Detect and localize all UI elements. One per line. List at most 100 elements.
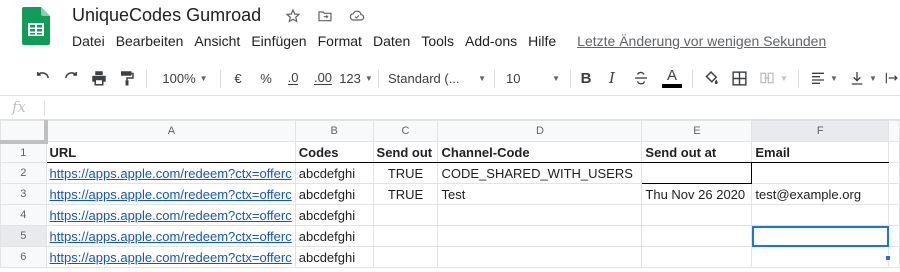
bold-button[interactable]: B [576,66,596,90]
cell-a3[interactable]: https://apps.apple.com/redeem?ctx=offerc [45,183,296,205]
zoom-dropdown-icon: ▼ [199,73,208,83]
cell-c1[interactable]: Send out [372,141,439,163]
row-header-6[interactable]: 6 [0,246,47,268]
paint-format-icon[interactable] [116,66,138,90]
cell-g4[interactable] [888,204,900,226]
merge-cells-icon[interactable]: ▼ [756,66,790,90]
decrease-decimals-button[interactable]: .0 [282,66,304,90]
row-header-4[interactable]: 4 [0,204,47,226]
menu-bearbeiten[interactable]: Bearbeiten [116,33,184,49]
menu-hilfe[interactable]: Hilfe [528,33,556,49]
print-icon[interactable] [88,66,110,90]
cell-b5[interactable]: abcdefghi [294,225,374,247]
redo-icon[interactable] [60,66,82,90]
star-icon[interactable] [282,6,304,26]
text-wrap-icon[interactable] [884,66,900,90]
cell-a2[interactable]: https://apps.apple.com/redeem?ctx=offerc [45,162,296,184]
column-header-e[interactable]: E [641,120,753,142]
menu-daten[interactable]: Daten [373,33,410,49]
cell-e4[interactable] [641,204,753,226]
zoom-select[interactable]: 100% ▼ [156,66,214,90]
column-header-a[interactable]: A [45,120,296,142]
cell-c5[interactable] [372,225,439,247]
cell-d5[interactable] [437,225,643,247]
cell-a5[interactable]: https://apps.apple.com/redeem?ctx=offerc [45,225,296,247]
horizontal-align-icon[interactable]: ▼ [806,66,842,90]
column-header-f[interactable]: F [751,120,890,142]
cell-f2[interactable] [751,162,890,184]
cell-g3[interactable] [888,183,900,205]
cell-b2[interactable]: abcdefghi [294,162,374,184]
borders-icon[interactable] [728,66,750,90]
cell-c3[interactable]: TRUE [372,183,439,205]
row-header-2[interactable]: 2 [0,162,47,184]
cell-f1[interactable]: Email [751,141,890,163]
row-header-1[interactable]: 1 [0,141,47,163]
more-formats-select[interactable]: 123 ▼ [339,66,373,90]
undo-icon[interactable] [32,66,54,90]
cell-a4[interactable]: https://apps.apple.com/redeem?ctx=offerc [45,204,296,226]
cell-b1[interactable]: Codes [294,141,374,163]
formula-bar: fx [0,96,900,120]
vertical-align-icon[interactable]: ▼ [846,66,880,90]
cell-f5-selected[interactable] [751,225,890,247]
increase-decimals-button[interactable]: .00 [310,66,336,90]
cell-e2[interactable] [641,162,753,184]
cell-f4[interactable] [751,204,890,226]
formula-input[interactable] [52,100,892,116]
fill-color-icon[interactable] [700,66,722,90]
text-color-button[interactable]: A [660,66,684,90]
menu-addons[interactable]: Add-ons [465,33,517,49]
toolbar-divider [798,70,799,88]
cloud-status-icon[interactable] [346,6,368,26]
column-header-c[interactable]: C [372,120,439,142]
sheets-logo-icon[interactable] [22,7,50,45]
cell-e1[interactable]: Send out at [641,141,753,163]
cell-a6[interactable]: https://apps.apple.com/redeem?ctx=offerc [45,246,296,268]
cell-d2[interactable]: CODE_SHARED_WITH_USERS [437,162,643,184]
decrease-decimals-label: .0 [287,69,299,85]
strikethrough-icon[interactable] [630,66,652,90]
italic-button[interactable]: I [602,66,622,90]
menu-tools[interactable]: Tools [421,33,454,49]
merge-dropdown-icon: ▼ [780,73,788,83]
font-size-select[interactable]: 10 ▼ [502,66,564,90]
cell-g5[interactable] [888,225,900,247]
cell-b6[interactable]: abcdefghi [294,246,374,268]
last-edit-link[interactable]: Letzte Änderung vor wenigen Sekunden [577,33,826,49]
column-header-d[interactable]: D [437,120,643,142]
cell-c6[interactable] [372,246,439,268]
cell-g2[interactable] [888,162,900,184]
cell-d1[interactable]: Channel-Code [437,141,643,163]
cell-c4[interactable] [372,204,439,226]
cell-d3[interactable]: Test [437,183,643,205]
toolbar-divider [378,70,379,88]
cell-c2[interactable]: TRUE [372,162,439,184]
column-header-b[interactable]: B [294,120,374,142]
row-header-5[interactable]: 5 [0,225,47,247]
cell-e6[interactable] [641,246,753,268]
font-family-select[interactable]: Standard (... ▼ [388,66,486,90]
cell-f3[interactable]: test@example.org [751,183,890,205]
currency-format-button[interactable]: € [228,66,248,90]
cell-d4[interactable] [437,204,643,226]
cell-e5[interactable] [641,225,753,247]
menu-einfuegen[interactable]: Einfügen [251,33,306,49]
cell-e3[interactable]: Thu Nov 26 2020 [641,183,753,205]
column-header-g[interactable] [888,120,900,142]
cell-b3[interactable]: abcdefghi [294,183,374,205]
cell-b4[interactable]: abcdefghi [294,204,374,226]
move-folder-icon[interactable] [314,6,336,26]
cell-d6[interactable] [437,246,643,268]
select-all-corner[interactable] [0,120,49,144]
cell-f6[interactable] [751,246,890,268]
cell-a1[interactable]: URL [45,141,296,163]
menu-ansicht[interactable]: Ansicht [194,33,240,49]
menu-format[interactable]: Format [318,33,362,49]
percent-format-button[interactable]: % [256,66,276,90]
cell-g1[interactable] [888,141,900,163]
row-header-3[interactable]: 3 [0,183,47,205]
menu-datei[interactable]: Datei [72,33,105,49]
fill-handle[interactable] [885,255,891,261]
document-title[interactable]: UniqueCodes Gumroad [72,5,261,26]
